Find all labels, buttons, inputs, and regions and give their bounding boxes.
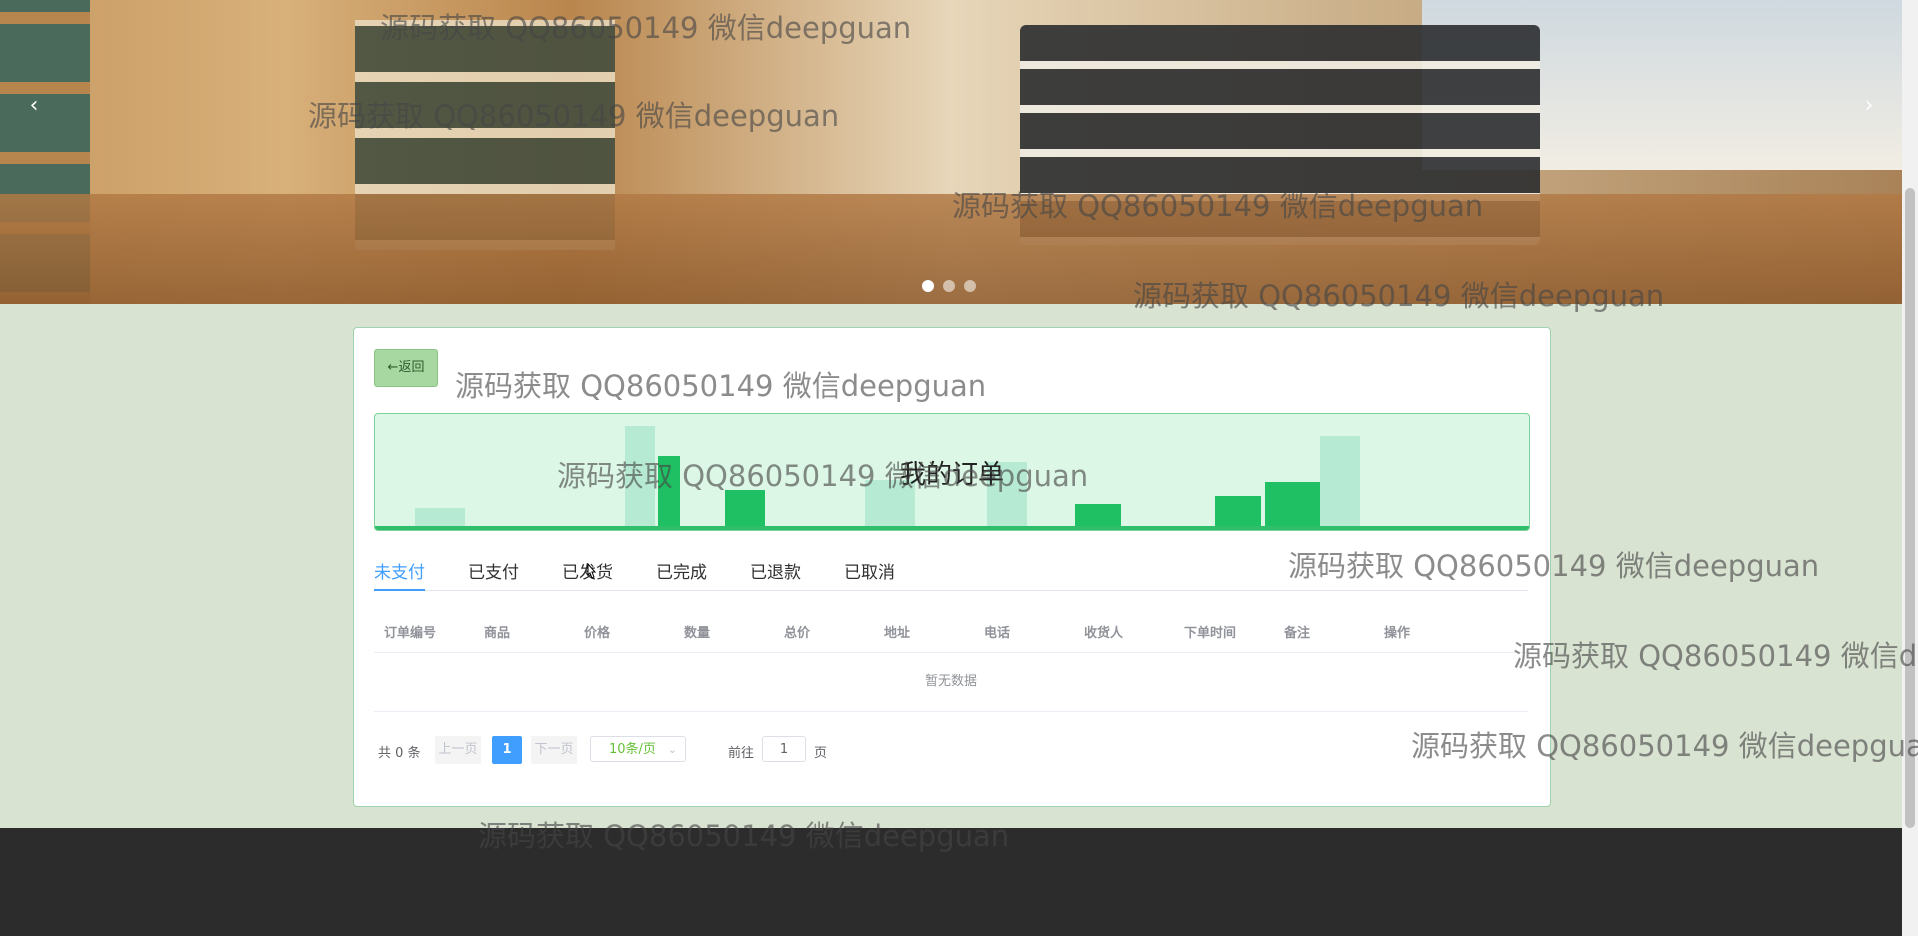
carousel-prev-button[interactable]: ‹: [22, 95, 46, 119]
orders-card: ←返回 我的订单 未支付 已支付 已发货 已完成 已退款 已取消 订单编号 商品…: [353, 327, 1551, 807]
mouse-cursor-icon: [587, 563, 597, 579]
tab-completed[interactable]: 已完成: [656, 558, 707, 589]
table-header: 订单编号 商品 价格 数量 总价 地址 电话 收货人 下单时间 备注 操作: [374, 608, 1528, 653]
goto-page-input[interactable]: [762, 736, 806, 762]
column-header[interactable]: 备注: [1284, 622, 1310, 641]
column-header[interactable]: 收货人: [1084, 622, 1123, 641]
page-scrollbar[interactable]: [1902, 0, 1918, 936]
column-header[interactable]: 操作: [1384, 622, 1410, 641]
column-header[interactable]: 下单时间: [1184, 622, 1236, 641]
column-header[interactable]: 总价: [784, 622, 810, 641]
page-size-value: 10条/页: [609, 742, 656, 757]
column-header[interactable]: 电话: [984, 622, 1010, 641]
page-title: 我的订单: [899, 460, 1004, 490]
next-page-button[interactable]: 下一页: [531, 736, 577, 764]
chevron-down-icon: ⌄: [667, 743, 677, 756]
pagination-total: 共 0 条: [378, 746, 421, 761]
skyline-building: [1075, 504, 1121, 526]
column-header[interactable]: 订单编号: [384, 622, 436, 641]
title-banner-ground: [375, 526, 1529, 530]
title-banner: 我的订单: [374, 413, 1530, 531]
skyline-building: [1215, 496, 1261, 526]
watermark: 源码获取 QQ86050149 微信deepguan: [1513, 639, 1918, 673]
goto-suffix: 页: [814, 746, 828, 761]
back-button[interactable]: ←返回: [374, 349, 438, 387]
tab-refunded[interactable]: 已退款: [750, 558, 801, 589]
tab-unpaid[interactable]: 未支付: [374, 558, 425, 591]
skyline-building: [725, 490, 765, 526]
column-header[interactable]: 数量: [684, 622, 710, 641]
banner-carousel: ‹ ›: [0, 0, 1902, 304]
carousel-indicators: [922, 280, 976, 292]
page-size-select[interactable]: 10条/页 ⌄: [590, 736, 686, 762]
empty-state: 暂无数据: [374, 653, 1528, 712]
carousel-dot[interactable]: [922, 280, 934, 292]
tab-cancelled[interactable]: 已取消: [844, 558, 895, 589]
column-header[interactable]: 地址: [884, 622, 910, 641]
orders-table: 订单编号 商品 价格 数量 总价 地址 电话 收货人 下单时间 备注 操作 暂无…: [374, 608, 1528, 712]
order-status-tabs: 未支付 已支付 已发货 已完成 已退款 已取消: [374, 558, 1528, 591]
page-footer: [0, 828, 1902, 936]
page-number-button[interactable]: 1: [492, 736, 522, 764]
tab-paid[interactable]: 已支付: [468, 558, 519, 589]
scrollbar-thumb[interactable]: [1905, 188, 1915, 828]
chevron-right-icon: ›: [1864, 93, 1874, 118]
carousel-next-button[interactable]: ›: [1857, 95, 1881, 119]
skyline-building: [415, 508, 465, 526]
chevron-left-icon: ‹: [29, 93, 39, 118]
column-header[interactable]: 价格: [584, 622, 610, 641]
prev-page-button[interactable]: 上一页: [435, 736, 481, 764]
carousel-dot[interactable]: [943, 280, 955, 292]
column-header[interactable]: 商品: [484, 622, 510, 641]
carousel-dot[interactable]: [964, 280, 976, 292]
goto-label: 前往: [728, 746, 755, 761]
